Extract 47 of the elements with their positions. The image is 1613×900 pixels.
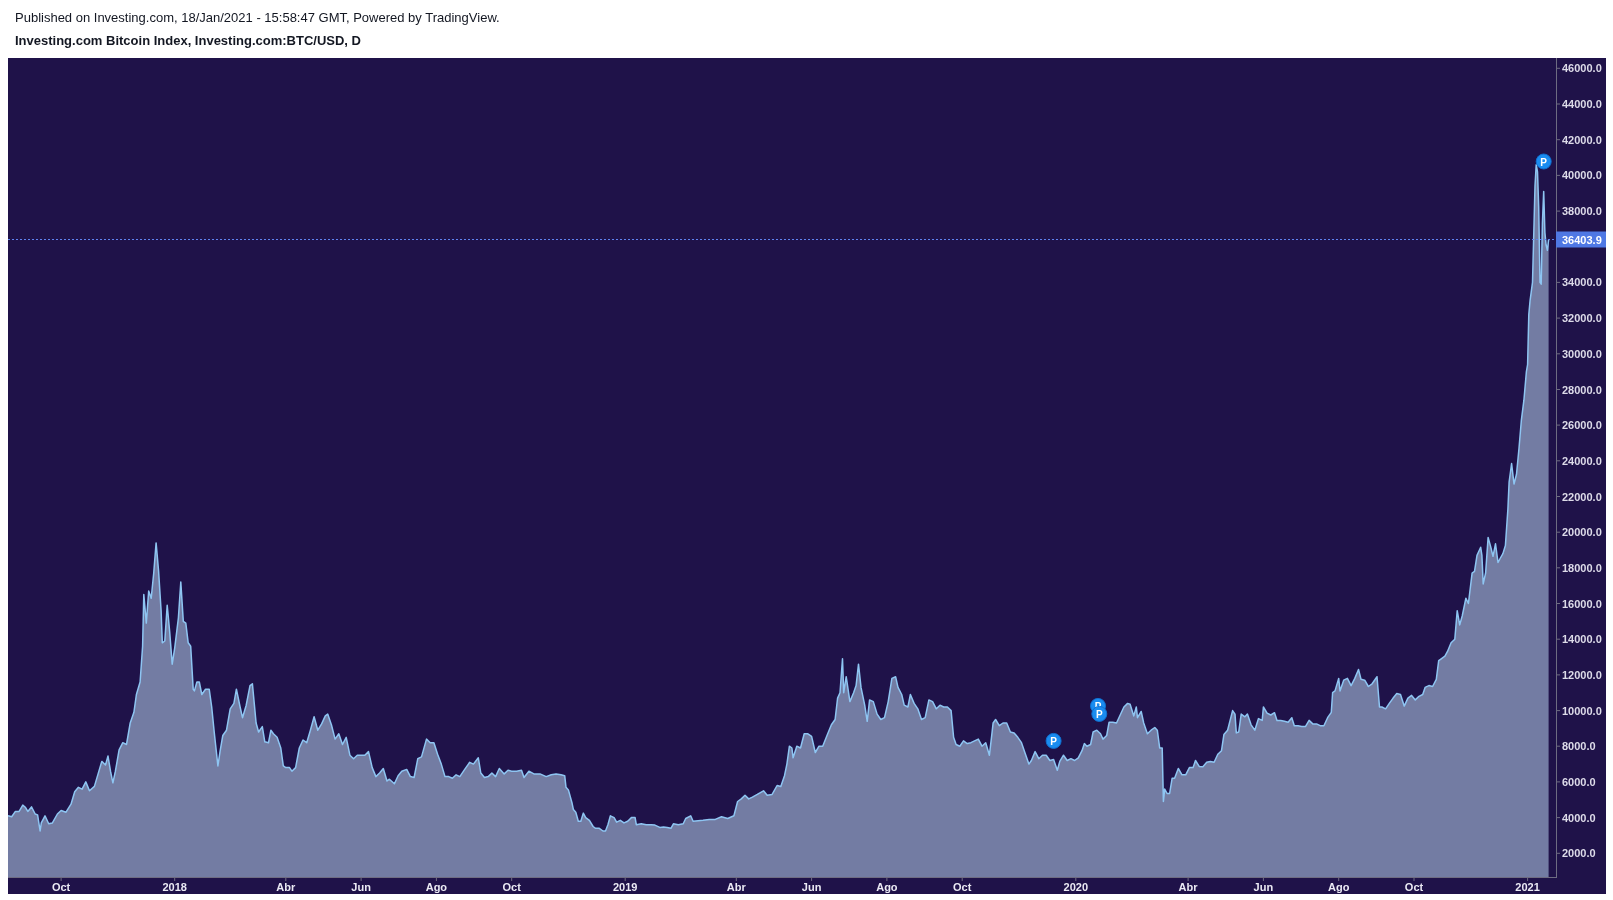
annotation: P bbox=[1540, 156, 1548, 168]
price-axis-label: 12000.0 bbox=[1562, 668, 1602, 681]
time-axis-label: 2019 bbox=[612, 881, 638, 893]
price-axis-label: 46000.0 bbox=[1562, 62, 1602, 75]
price-axis-label: 28000.0 bbox=[1562, 383, 1602, 396]
publish-info: Published on Investing.com, 18/Jan/2021 - 15:58:47 GMT, Powered by TradingView. bbox=[15, 9, 500, 27]
time-axis-label: 2018 bbox=[162, 881, 187, 893]
time-axis-label: Jun bbox=[1253, 881, 1274, 893]
price-axis-label: 40000.0 bbox=[1562, 169, 1602, 182]
time-axis-label: 2021 bbox=[1515, 881, 1540, 893]
price-axis-label: 30000.0 bbox=[1562, 347, 1602, 360]
time-axis-label: Ago bbox=[425, 881, 448, 893]
price-axis-label: 14000.0 bbox=[1562, 633, 1602, 646]
time-axis-label: Abr bbox=[726, 881, 746, 893]
time-axis-label: Ago bbox=[876, 881, 898, 893]
price-axis-label: 10000.0 bbox=[1562, 704, 1602, 717]
price-axis-label: 6000.0 bbox=[1562, 775, 1596, 788]
price-axis-label: 32000.0 bbox=[1562, 312, 1602, 325]
idea-marker: P bbox=[1535, 153, 1552, 170]
annotation: P bbox=[1095, 708, 1103, 720]
time-axis-label: Jun bbox=[351, 881, 371, 893]
price-axis-label: 34000.0 bbox=[1562, 276, 1602, 289]
idea-marker: P bbox=[1045, 732, 1062, 749]
price-axis-label: 8000.0 bbox=[1562, 740, 1596, 753]
annotation: P bbox=[1050, 735, 1058, 747]
price-axis-label: 26000.0 bbox=[1562, 419, 1602, 432]
time-axis-label: Oct bbox=[51, 881, 71, 893]
time-axis-label: Abr bbox=[276, 881, 296, 893]
price-axis-label: 22000.0 bbox=[1562, 490, 1602, 503]
ref-line-label: 36403.9 bbox=[1562, 233, 1602, 246]
time-axis-label: Jun bbox=[801, 881, 822, 893]
price-axis-label: 44000.0 bbox=[1562, 98, 1602, 110]
time-axis-label: Abr bbox=[1178, 881, 1198, 893]
price-axis-label: 4000.0 bbox=[1562, 811, 1596, 824]
chart-title: Investing.com Bitcoin Index, Investing.com:BTC/USD, D bbox=[15, 32, 361, 50]
time-axis-label: Oct bbox=[1404, 881, 1424, 893]
time-axis-label: 2020 bbox=[1063, 881, 1089, 893]
price-axis-label: 24000.0 bbox=[1562, 454, 1602, 467]
price-axis-label: 16000.0 bbox=[1562, 597, 1602, 610]
time-axis-label: Ago bbox=[1328, 881, 1350, 893]
price-axis-label: 18000.0 bbox=[1562, 561, 1602, 574]
price-axis-label: 38000.0 bbox=[1562, 205, 1602, 218]
price-axis-label: 20000.0 bbox=[1562, 526, 1602, 539]
price-axis-label: 42000.0 bbox=[1562, 133, 1602, 146]
time-axis-label: Oct bbox=[953, 881, 972, 893]
price-axis-label: 2000.0 bbox=[1562, 847, 1596, 860]
time-axis-label: Oct bbox=[502, 881, 521, 893]
